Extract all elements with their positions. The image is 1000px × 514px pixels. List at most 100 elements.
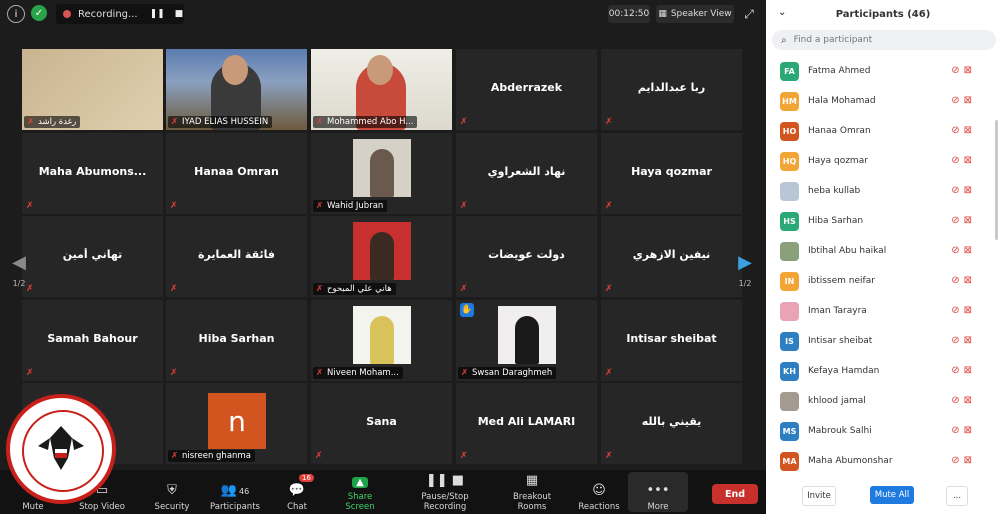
muted-mic-icon: ✗	[605, 451, 613, 461]
participant-tile[interactable]: ✗ رغدة راشد	[22, 49, 163, 130]
stop-recording-icon[interactable]: ■	[175, 9, 184, 19]
participant-name: يقيني بالله	[641, 415, 702, 428]
participant-tile[interactable]: Haya qozmar ✗	[601, 133, 742, 214]
prev-page-button[interactable]: ◀ 1/2	[9, 230, 29, 310]
participant-tile[interactable]: Maha Abumons... ✗	[22, 133, 163, 214]
muted-mic-icon: ✗	[26, 201, 34, 211]
fullscreen-icon[interactable]: ⤢	[742, 7, 756, 21]
participant-row[interactable]: MS Mabrouk Salhi ⊘⊠	[766, 416, 992, 446]
muted-status-icons: ⊘⊠	[951, 215, 976, 226]
pause-stop-icon: ❚❚ ■	[425, 473, 465, 488]
participant-row[interactable]: Ibtihal Abu haikal ⊘⊠	[766, 236, 992, 266]
participants-button[interactable]: 👥 46 Participants	[207, 472, 263, 512]
participant-row[interactable]: HS Hiba Sarhan ⊘⊠	[766, 206, 992, 236]
participant-name: Hanaa Omran	[194, 165, 279, 178]
participant-row[interactable]: khlood jamal ⊘⊠	[766, 386, 992, 416]
profile-figure	[370, 232, 394, 280]
participant-search-input[interactable]	[791, 34, 986, 46]
participant-row[interactable]: IS Intisar sheibat ⊘⊠	[766, 326, 992, 356]
participant-tile[interactable]: ✗ Swsan Daraghmeh ✋	[456, 300, 597, 381]
participant-name-caption: ✗ هاني علي المبحوح	[313, 283, 396, 295]
participant-tile[interactable]: نهاد الشعراوي ✗	[456, 133, 597, 214]
muted-mic-icon: ✗	[26, 368, 34, 378]
participant-tile[interactable]: نيفين الازهري ✗	[601, 216, 742, 297]
muted-mic-icon: ✗	[460, 117, 468, 127]
participant-row[interactable]: Iman Tarayra ⊘⊠	[766, 296, 992, 326]
muted-status-icons: ⊘⊠	[951, 125, 976, 136]
end-meeting-button[interactable]: End	[712, 484, 758, 504]
participant-tile[interactable]: فائقة العمايرة ✗	[166, 216, 307, 297]
participant-tile[interactable]: ✗ Niveen Moham...	[311, 300, 452, 381]
participant-tile[interactable]: يقيني بالله ✗	[601, 383, 742, 464]
pause-recording-icon[interactable]: ❚❚	[150, 9, 165, 19]
profile-figure	[515, 316, 539, 364]
participant-tile[interactable]: ربا عبدالدايم ✗	[601, 49, 742, 130]
next-page-button[interactable]: ▶ 1/2	[735, 230, 755, 310]
share-screen-button[interactable]: ▲ Share Screen	[332, 472, 388, 512]
chat-button[interactable]: 16 💬 Chat	[282, 472, 314, 512]
speaker-view-button[interactable]: ▦ Speaker View	[656, 5, 734, 23]
muted-mic-icon: ✗	[316, 368, 324, 378]
participant-name-caption: ✗ رغدة راشد	[24, 116, 81, 128]
participant-tile[interactable]: Intisar sheibat ✗	[601, 300, 742, 381]
mute-all-button[interactable]: Mute All	[870, 486, 914, 504]
recording-indicator: Recording... ❚❚ ■	[56, 4, 184, 24]
participant-name: ربا عبدالدايم	[637, 81, 706, 94]
participants-count: 46	[239, 487, 250, 496]
security-button[interactable]: ⛨ Security	[152, 472, 192, 512]
avatar: IN	[780, 271, 799, 291]
participant-name: Intisar sheibat	[626, 332, 717, 345]
chevron-down-icon[interactable]: ⌄	[778, 7, 786, 18]
muted-mic-icon: ✗	[460, 284, 468, 294]
muted-mic-icon: ✗	[605, 117, 613, 127]
participant-row[interactable]: HM Hala Mohamad ⊘⊠	[766, 86, 992, 116]
participant-name-caption: ✗ Mohammed Abo H...	[313, 116, 418, 128]
participant-tile[interactable]: Samah Bahour ✗	[22, 300, 163, 381]
muted-status-icons: ⊘⊠	[951, 365, 976, 376]
participant-row[interactable]: KH Kefaya Hamdan ⊘⊠	[766, 356, 992, 386]
participant-row[interactable]: MA Maha Abumonshar ⊘⊠	[766, 446, 992, 476]
muted-mic-icon: ⊘	[951, 275, 964, 286]
more-options-button[interactable]: ...	[946, 486, 968, 506]
participants-title: Participants (46)	[835, 8, 931, 20]
participant-tile[interactable]: دولت عويضات ✗	[456, 216, 597, 297]
muted-status-icons: ⊘⊠	[951, 425, 976, 436]
participant-tile[interactable]: ✗ Mohammed Abo H...	[311, 49, 452, 130]
invite-button[interactable]: Invite	[802, 486, 836, 506]
pause-stop-recording-button[interactable]: ❚❚ ■ Pause/Stop Recording	[400, 472, 490, 512]
participant-row[interactable]: HO Hanaa Omran ⊘⊠	[766, 116, 992, 146]
participant-tile[interactable]: Hanaa Omran ✗	[166, 133, 307, 214]
video-off-icon: ⊠	[963, 185, 976, 196]
info-icon[interactable]: i	[7, 5, 25, 23]
reactions-button[interactable]: ☺ Reactions	[578, 472, 620, 512]
breakout-rooms-button[interactable]: ▦ Breakout Rooms	[498, 472, 566, 512]
participant-name: نيفين الازهري	[632, 248, 711, 261]
participant-name: Swsan Daraghmeh	[472, 368, 553, 378]
participant-tile[interactable]: ✗ Wahid Jubran	[311, 133, 452, 214]
scrollbar[interactable]	[995, 120, 998, 240]
participant-tile[interactable]: Hiba Sarhan ✗	[166, 300, 307, 381]
participant-tile[interactable]: ✗ IYAD ELIAS HUSSEIN	[166, 49, 307, 130]
participant-tile[interactable]: تهاني أمين ✗	[22, 216, 163, 297]
more-button[interactable]: ••• More	[628, 472, 688, 512]
meeting-toolbar: 🎙 Mute ▭ Stop Video ⛨ Security 👥46 Parti…	[0, 470, 766, 514]
participant-row[interactable]: HQ Haya qozmar ⊘⊠	[766, 146, 992, 176]
muted-mic-icon: ⊘	[951, 95, 964, 106]
shield-check-icon[interactable]: ✓	[31, 5, 47, 21]
muted-mic-icon: ⊘	[951, 155, 964, 166]
muted-mic-icon: ⊘	[951, 65, 964, 76]
participant-tile[interactable]: Abderrazek ✗	[456, 49, 597, 130]
grid-icon: ▦	[658, 9, 667, 19]
participant-name: Hanaa Omran	[808, 126, 871, 136]
participant-tile[interactable]: Med Ali LAMARI ✗	[456, 383, 597, 464]
participant-row[interactable]: IN ibtissem neifar ⊘⊠	[766, 266, 992, 296]
profile-figure	[370, 316, 394, 364]
muted-mic-icon: ✗	[170, 284, 178, 294]
participant-row[interactable]: heba kullab ⊘⊠	[766, 176, 992, 206]
muted-mic-icon: ⊘	[951, 215, 964, 226]
participant-tile[interactable]: Sana ✗	[311, 383, 452, 464]
participant-tile[interactable]: ✗ هاني علي المبحوح	[311, 216, 452, 297]
participant-row[interactable]: FA Fatma Ahmed ⊘⊠	[766, 56, 992, 86]
page-indicator-right: 1/2	[738, 279, 752, 288]
participant-tile[interactable]: n ✗ nisreen ghanma	[166, 383, 307, 464]
